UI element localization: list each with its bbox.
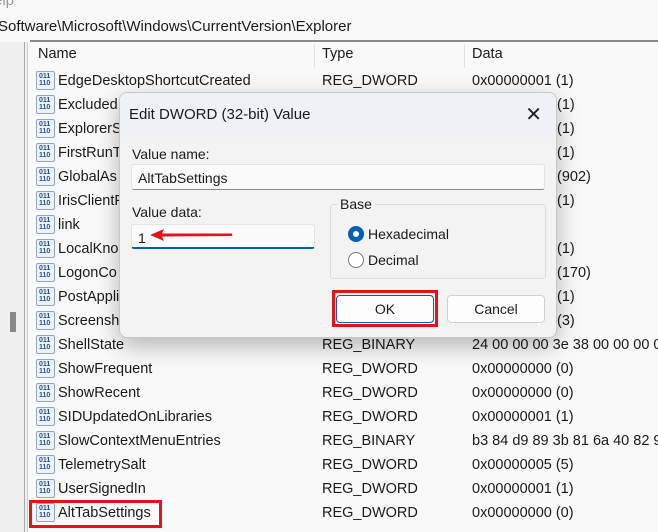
reg-dword-icon: 011 110 (36, 455, 55, 474)
table-row[interactable]: 011 110 ShowFrequent REG_DWORD 0x00000000… (36, 357, 658, 381)
table-row[interactable]: 011 110 ShowRecent REG_DWORD 0x00000000 (… (36, 381, 658, 405)
value-data: (1) (557, 145, 575, 161)
value-type: REG_DWORD (322, 505, 418, 521)
reg-dword-icon: 011 110 (36, 383, 55, 402)
close-icon[interactable]: ✕ (525, 102, 542, 127)
value-data: 0x00000005 (5) (472, 457, 574, 473)
reg-dword-icon: 011 110 (36, 143, 55, 162)
reg-dword-icon: 011 110 (36, 71, 55, 90)
column-header-data[interactable]: Data (472, 46, 503, 62)
value-type: REG_DWORD (322, 409, 418, 425)
column-divider[interactable] (464, 44, 465, 68)
value-data: 0x00000000 (0) (472, 385, 574, 401)
value-data: 0x00000000 (0) (472, 505, 574, 521)
radio-selected-icon (348, 226, 364, 242)
value-data: 24 00 00 00 3e 38 00 00 00 0 (472, 337, 658, 353)
value-name: ShowRecent (58, 385, 141, 401)
value-data: (902) (557, 169, 591, 185)
value-name: TelemetrySalt (58, 457, 146, 473)
edit-dword-dialog: Edit DWORD (32-bit) Value ✕ Value name: … (119, 92, 557, 338)
value-name: link (58, 217, 80, 233)
value-type: REG_DWORD (322, 385, 418, 401)
divider (30, 40, 658, 42)
value-data: (3) (557, 313, 575, 329)
reg-dword-icon: 011 110 (36, 95, 55, 114)
column-header-type[interactable]: Type (322, 46, 353, 62)
value-name: UserSignedIn (58, 481, 146, 497)
table-row[interactable]: 011 110 SlowContextMenuEntries REG_BINARY… (36, 429, 658, 453)
value-data: 0x00000001 (1) (472, 481, 574, 497)
value-name: EdgeDesktopShortcutCreated (58, 73, 251, 89)
table-row[interactable]: 011 110 UserSignedIn REG_DWORD 0x00000001… (36, 477, 658, 501)
table-row[interactable]: 011 110 EdgeDesktopShortcutCreated REG_DW… (36, 69, 658, 93)
address-path[interactable]: Software\Microsoft\Windows\CurrentVersio… (0, 18, 351, 35)
radio-decimal[interactable]: Decimal (348, 252, 419, 268)
base-label: Base (337, 196, 375, 212)
reg-dword-icon: 011 110 (36, 431, 55, 450)
value-type: REG_DWORD (322, 361, 418, 377)
value-type: REG_BINARY (322, 337, 416, 353)
value-name: Screensho (58, 313, 128, 329)
value-name: ShellState (58, 337, 125, 353)
value-data-label: Value data: (132, 204, 202, 220)
hexadecimal-label: Hexadecimal (368, 226, 449, 242)
menu-bar-help[interactable]: elp (0, 0, 14, 9)
reg-dword-icon: 011 110 (36, 263, 55, 282)
value-type: REG_DWORD (322, 481, 418, 497)
radio-unselected-icon (348, 252, 364, 268)
decimal-label: Decimal (368, 252, 419, 268)
reg-dword-icon: 011 110 (36, 479, 55, 498)
column-header-name[interactable]: Name (38, 46, 77, 62)
splitter[interactable] (24, 42, 28, 532)
value-name: ExplorerS (58, 121, 122, 137)
value-type: REG_DWORD (322, 457, 418, 473)
table-row[interactable]: 011 110 TelemetrySalt REG_DWORD 0x0000000… (36, 453, 658, 477)
value-name-field[interactable]: AltTabSettings (131, 164, 545, 190)
value-data: (1) (557, 97, 575, 113)
reg-dword-icon: 011 110 (36, 191, 55, 210)
dialog-title: Edit DWORD (32-bit) Value (129, 106, 311, 123)
value-name: LocalKno (58, 241, 119, 257)
dialog-titlebar[interactable]: Edit DWORD (32-bit) Value ✕ (120, 93, 556, 137)
reg-dword-icon: 011 110 (36, 311, 55, 330)
value-data: (1) (557, 121, 575, 137)
value-type: REG_DWORD (322, 73, 418, 89)
value-data: 0x00000001 (1) (472, 73, 574, 89)
value-data: 0x00000001 (1) (472, 409, 574, 425)
value-name: PostAppli (58, 289, 120, 305)
value-name: LogonCo (58, 265, 117, 281)
ok-button[interactable]: OK (336, 295, 434, 323)
value-data: (1) (557, 193, 575, 209)
reg-dword-icon: 011 110 (36, 407, 55, 426)
reg-dword-icon: 011 110 (36, 287, 55, 306)
reg-dword-icon: 011 110 (36, 359, 55, 378)
value-name-label: Value name: (132, 146, 210, 162)
value-name: Excluded (58, 97, 118, 113)
table-row[interactable]: 011 110 SIDUpdatedOnLibraries REG_DWORD 0… (36, 405, 658, 429)
column-divider[interactable] (314, 44, 315, 68)
reg-dword-icon: 011 110 (36, 215, 55, 234)
tree-scrollbar-thumb[interactable] (10, 312, 16, 332)
value-data: (1) (557, 241, 575, 257)
reg-dword-icon: 011 110 (36, 239, 55, 258)
radio-hexadecimal[interactable]: Hexadecimal (348, 226, 449, 242)
value-data: (170) (557, 265, 591, 281)
reg-dword-icon: 011 110 (36, 119, 55, 138)
value-name: FirstRunTe (58, 145, 129, 161)
highlight-box (29, 500, 162, 528)
reg-dword-icon: 011 110 (36, 335, 55, 354)
cancel-button[interactable]: Cancel (447, 295, 545, 323)
value-data: 0x00000000 (0) (472, 361, 574, 377)
reg-dword-icon: 011 110 (36, 167, 55, 186)
value-name: SIDUpdatedOnLibraries (58, 409, 212, 425)
red-arrow-annotation (150, 229, 232, 241)
value-name: IrisClientF (58, 193, 124, 209)
value-data: (1) (557, 289, 575, 305)
value-name: SlowContextMenuEntries (58, 433, 221, 449)
value-type: REG_BINARY (322, 433, 416, 449)
value-name: GlobalAs (58, 169, 117, 185)
value-data: b3 84 d9 89 3b 81 6a 40 82 9 (472, 433, 658, 449)
value-name: ShowFrequent (58, 361, 153, 377)
